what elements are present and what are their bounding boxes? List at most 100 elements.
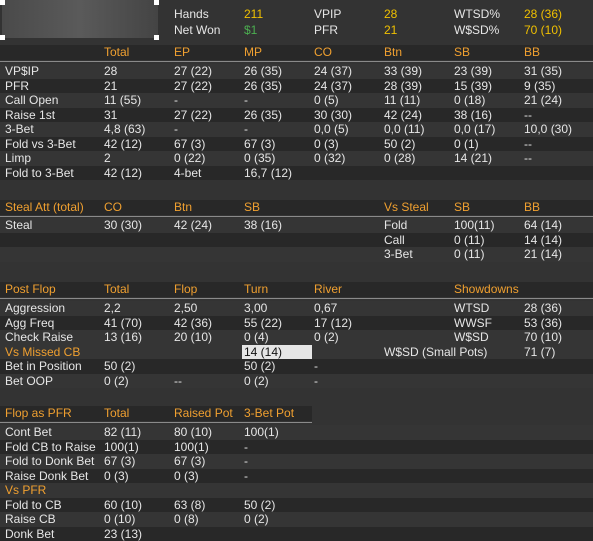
pfr-total: 0 (10) [104, 512, 135, 527]
postflop-sd-value: 70 (10) [524, 330, 562, 345]
resize-handle[interactable] [0, 35, 5, 40]
pfr-threebet: - [244, 440, 248, 455]
position-stat-cell: 27 (22) [174, 79, 212, 94]
pfr-col-raised: Raised Pot [174, 406, 233, 421]
postflop-turn: 0 (4) [244, 330, 269, 345]
pfr-label: Donk Bet [5, 527, 54, 541]
position-stat-cell: 67 (3) [174, 137, 205, 152]
postflop-turn: 55 (22) [244, 316, 282, 331]
position-stat-cell: 31 (35) [524, 64, 562, 79]
vs-steal-call-label: Call [384, 233, 405, 248]
vs-steal-col-sb: SB [454, 200, 470, 215]
postflop-flop: 42 (36) [174, 316, 212, 331]
steal-co: 30 (30) [104, 218, 142, 233]
position-stat-cell: - [174, 93, 178, 108]
postflop-header-row: Post Flop Total Flop Turn River Showdown… [0, 282, 593, 297]
small-pots-value: 71 (7) [524, 345, 555, 360]
wsd-label: W$SD% [454, 23, 499, 37]
position-stat-row: 3-Bet4,8 (63)--0,0 (5)0,0 (11)0,0 (17)10… [0, 122, 593, 137]
netwon-label: Net Won [174, 23, 220, 37]
pfr-threebet: - [244, 469, 248, 484]
position-stat-row: Call Open11 (55)--0 (5)11 (11)0 (18)21 (… [0, 93, 593, 108]
pfr-col-3bet: 3-Bet Pot [244, 406, 294, 421]
missed-cb-turn[interactable]: 14 (14) [242, 345, 312, 360]
position-stat-cell: 21 [104, 79, 117, 94]
postflop-col-river: River [314, 282, 342, 297]
postflop-label: Aggression [5, 301, 65, 316]
position-stat-cell: 11 (11) [384, 93, 420, 108]
pfr-stat-row: Fold to CB60 (10)63 (8)50 (2) [0, 498, 593, 513]
position-stat-cell: 26 (35) [244, 79, 282, 94]
position-stat-cell: 0 (3) [314, 137, 339, 152]
pfr-label: Fold to Donk Bet [5, 454, 94, 469]
vs-steal-call-sb: 0 (11) [454, 233, 484, 248]
missed-cb-title: Vs Missed CB [5, 345, 80, 360]
wtsd-label: WTSD% [454, 7, 500, 21]
position-stat-cell: 30 (30) [314, 108, 352, 123]
divider [0, 422, 312, 423]
bet-in-position-row: Bet in Position 50 (2) 50 (2) - [0, 359, 593, 374]
pfr-threebet: 50 (2) [244, 498, 275, 513]
position-stat-cell: 9 (35) [524, 79, 555, 94]
position-stat-row: Fold vs 3-Bet42 (12)67 (3)67 (3)0 (3)50 … [0, 137, 593, 152]
position-stat-cell: 16,7 (12) [244, 166, 292, 181]
steal-header-row: Steal Att (total) CO Btn SB Vs Steal SB … [0, 200, 593, 215]
col-sb: SB [454, 45, 470, 60]
bip-turn: 50 (2) [244, 359, 275, 374]
vs-steal-fold-sb: 100(11) [454, 218, 494, 233]
position-stat-label: Raise 1st [5, 108, 55, 123]
pfr-threebet: - [244, 454, 248, 469]
pfr-raised: 63 (8) [174, 498, 205, 513]
pfr-stat-row: Fold CB to Raise100(1)100(1)- [0, 440, 593, 455]
col-co: CO [314, 45, 332, 60]
postflop-stat-row: Check Raise13 (16)20 (10)0 (4)0 (2)W$SD7… [0, 330, 593, 345]
bip-river: - [314, 359, 318, 374]
boop-flop: -- [174, 374, 182, 389]
vs-steal-3bet-bb: 21 (14) [524, 247, 562, 262]
position-stat-cell: 2 [104, 151, 111, 166]
pfr-total: 60 (10) [104, 498, 142, 513]
position-stat-cell: 38 (16) [454, 108, 492, 123]
vs-steal-3bet-sb: 0 (11) [454, 247, 484, 262]
resize-handle[interactable] [154, 0, 159, 5]
position-stat-cell: 10,0 (30) [524, 122, 572, 137]
position-stat-cell: 0,0 (11) [384, 122, 424, 137]
position-stat-label: Fold vs 3-Bet [5, 137, 76, 152]
postflop-total: 2,2 [104, 301, 121, 316]
pfr-raised: 100(1) [174, 440, 209, 455]
missed-cb-row: Vs Missed CB 14 (14) W$SD (Small Pots) 7… [0, 345, 593, 360]
position-header-row: Total EP MP CO Btn SB BB [0, 45, 593, 60]
steal-label: Steal [5, 218, 32, 233]
position-stat-cell: 27 (22) [174, 108, 212, 123]
postflop-total: 41 (70) [104, 316, 142, 331]
postflop-river: 17 (12) [314, 316, 352, 331]
player-avatar[interactable] [2, 0, 158, 38]
position-stat-row: PFR2127 (22)26 (35)24 (37)28 (39)15 (39)… [0, 79, 593, 94]
vs-steal-title: Vs Steal [384, 200, 429, 215]
resize-handle[interactable] [0, 0, 5, 5]
position-stat-cell: 0 (32) [314, 151, 345, 166]
pfr-raised: 0 (3) [174, 469, 199, 484]
pfr-total: 82 (11) [104, 425, 141, 440]
col-total: Total [104, 45, 129, 60]
steal-col-co: CO [104, 200, 122, 215]
position-stat-label: Fold to 3-Bet [5, 166, 74, 181]
small-pots-label: W$SD (Small Pots) [384, 345, 487, 360]
postflop-flop: 2,50 [174, 301, 197, 316]
steal-col-btn: Btn [174, 200, 192, 215]
position-stat-row: Limp20 (22)0 (35)0 (32)0 (28)14 (21)-- [0, 151, 593, 166]
vs-steal-col-bb: BB [524, 200, 540, 215]
position-stat-cell: 24 (37) [314, 79, 352, 94]
pfr-raised: 67 (3) [174, 454, 205, 469]
steal-col-sb: SB [244, 200, 260, 215]
vpip-label: VPIP [314, 7, 341, 21]
position-stat-cell: 28 [104, 64, 117, 79]
pfr-title: Flop as PFR [5, 406, 72, 421]
position-stat-cell: 0 (35) [244, 151, 275, 166]
resize-handle[interactable] [154, 35, 159, 40]
position-stat-cell: 0 (1) [454, 137, 479, 152]
col-bb: BB [524, 45, 540, 60]
steal-btn: 42 (24) [174, 218, 212, 233]
position-stat-cell: 26 (35) [244, 108, 282, 123]
vs-steal-fold-bb: 64 (14) [524, 218, 562, 233]
